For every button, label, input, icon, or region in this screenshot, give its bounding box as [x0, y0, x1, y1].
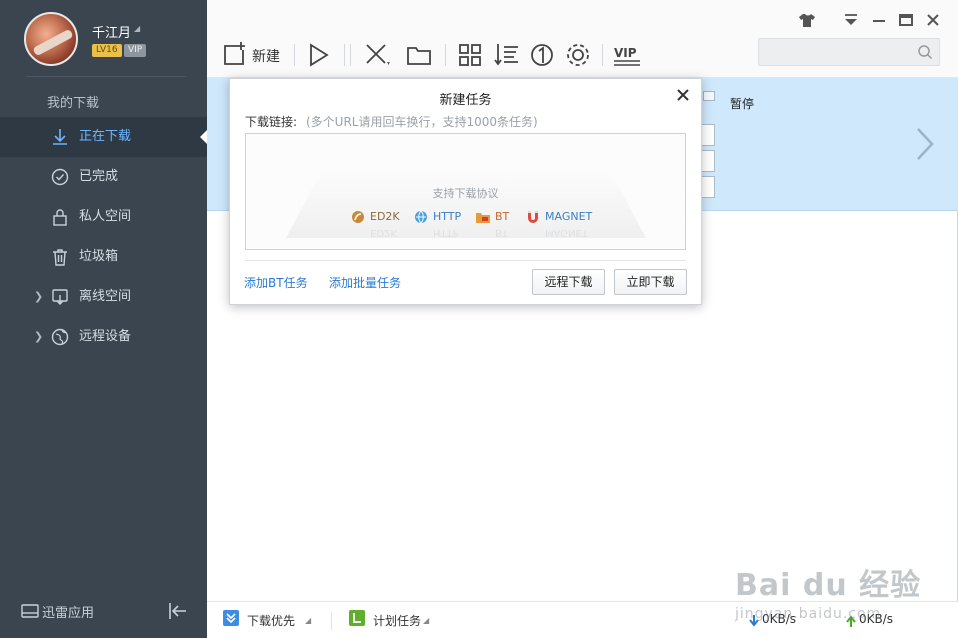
delete-icon[interactable]	[362, 40, 392, 70]
close-icon[interactable]	[675, 87, 691, 103]
sidebar-item-downloading[interactable]: 正在下载	[0, 117, 207, 157]
grid-icon[interactable]	[455, 40, 485, 70]
toolbar: 新建 VIP	[207, 0, 958, 78]
sidebar-item-completed[interactable]: 已完成	[0, 157, 207, 197]
sidebar-item-trash[interactable]: 垃圾箱	[0, 237, 207, 277]
schedule-icon	[349, 610, 365, 626]
window-controls	[797, 10, 950, 30]
close-icon[interactable]	[923, 10, 943, 30]
globe-icon	[51, 328, 69, 346]
chevron-right-icon[interactable]: ❯	[34, 317, 43, 357]
sort-icon[interactable]	[492, 40, 522, 70]
toolbar-separator	[602, 44, 603, 66]
user-profile: 千江月 ◢ LV16 VIP	[0, 0, 207, 78]
download-priority-icon	[223, 610, 239, 626]
maximize-icon[interactable]	[896, 10, 916, 30]
chevron-right-icon[interactable]	[913, 126, 937, 162]
download-link-label: 下载链接:	[245, 115, 298, 129]
task-status: 暂停	[730, 97, 755, 111]
trash-icon	[53, 249, 67, 266]
add-batch-task-link[interactable]: 添加批量任务	[329, 274, 401, 291]
sidebar-item-private-space[interactable]: 私人空间	[0, 197, 207, 237]
sidebar: 千江月 ◢ LV16 VIP 我的下载 正在下载 已完成 私人空间 垃圾箱 ❯ …	[0, 0, 207, 638]
watermark-url: jingyan.baidu.com	[735, 606, 882, 622]
active-indicator	[200, 130, 207, 144]
sidebar-item-label: 垃圾箱	[79, 249, 119, 264]
task-action-button[interactable]	[701, 176, 715, 198]
open-folder-icon[interactable]	[404, 40, 434, 70]
chevron-right-icon[interactable]: ❯	[34, 277, 43, 317]
thunder-apps-label: 迅雷应用	[42, 606, 95, 621]
add-bt-task-link[interactable]: 添加BT任务	[244, 274, 308, 291]
one-icon[interactable]	[527, 40, 557, 70]
search-box[interactable]	[758, 38, 940, 66]
sidebar-item-remote-devices[interactable]: ❯ 远程设备	[0, 317, 207, 357]
level-badge: LV16	[92, 44, 122, 57]
cloud-download-icon	[52, 289, 68, 305]
dialog-title: 新建任务	[439, 93, 492, 108]
toolbar-separator	[350, 44, 351, 66]
download-link-hint: (多个URL请用回车换行，支持1000条任务)	[306, 115, 538, 129]
avatar[interactable]	[24, 12, 78, 66]
toolbar-separator	[294, 44, 295, 66]
task-action-button[interactable]	[701, 150, 715, 172]
toolbar-separator	[344, 44, 345, 66]
schedule-dropdown-icon[interactable]: ◢	[423, 616, 429, 625]
menu-dropdown-icon[interactable]	[841, 10, 861, 30]
baidu-watermark: Bai du 经验 jingyan.baidu.com	[735, 560, 921, 622]
watermark-main: Bai du 经验	[735, 568, 922, 603]
nav-heading-my-downloads: 我的下载	[47, 96, 100, 111]
sidebar-item-label: 离线空间	[79, 289, 132, 304]
download-priority-button[interactable]: 下载优先	[247, 612, 295, 629]
download-link-field[interactable]: 支持下载协议 ED2K HTTP BT MAGNET ED2K HTTP BT …	[245, 133, 686, 250]
sidebar-item-label: 远程设备	[79, 329, 132, 344]
minimize-icon[interactable]	[869, 10, 889, 30]
username[interactable]: 千江月	[92, 22, 131, 41]
settings-gear-icon[interactable]	[563, 40, 593, 70]
svg-text:VIP: VIP	[614, 46, 637, 60]
download-link-input[interactable]	[246, 134, 685, 249]
check-circle-icon	[51, 168, 69, 186]
user-menu-caret-icon[interactable]: ◢	[134, 24, 140, 33]
search-icon[interactable]	[917, 44, 933, 60]
toolbar-separator	[445, 44, 446, 66]
remote-download-button[interactable]: 远程下载	[532, 269, 605, 295]
sidebar-item-label: 私人空间	[79, 209, 132, 224]
lock-icon	[53, 209, 67, 226]
sidebar-divider	[26, 76, 186, 77]
play-icon[interactable]	[303, 40, 333, 70]
dialog-divider	[245, 260, 686, 261]
new-task-dialog: 新建任务 下载链接: (多个URL请用回车换行，支持1000条任务) 支持下载协…	[229, 78, 702, 305]
download-now-button[interactable]: 立即下载	[614, 269, 687, 295]
task-action-button[interactable]	[701, 124, 715, 146]
task-checkbox[interactable]	[703, 91, 715, 101]
sidebar-item-offline-space[interactable]: ❯ 离线空间	[0, 277, 207, 317]
vip-badge: VIP	[124, 44, 147, 57]
priority-dropdown-icon[interactable]: ◢	[305, 616, 311, 625]
vip-icon[interactable]: VIP	[612, 40, 642, 70]
thunder-apps[interactable]: 迅雷应用	[0, 596, 207, 626]
scheduled-tasks-button[interactable]: 计划任务	[373, 612, 421, 629]
collapse-sidebar-icon[interactable]	[166, 600, 190, 622]
skin-shirt-icon[interactable]	[797, 10, 817, 30]
download-arrow-icon	[53, 129, 67, 145]
statusbar-separator	[331, 612, 332, 630]
new-task-icon[interactable]	[219, 40, 249, 70]
sidebar-item-label: 正在下载	[79, 129, 132, 144]
search-input[interactable]	[759, 39, 909, 65]
apps-icon	[21, 604, 39, 618]
new-task-button[interactable]: 新建	[252, 46, 280, 66]
sidebar-item-label: 已完成	[79, 169, 119, 184]
